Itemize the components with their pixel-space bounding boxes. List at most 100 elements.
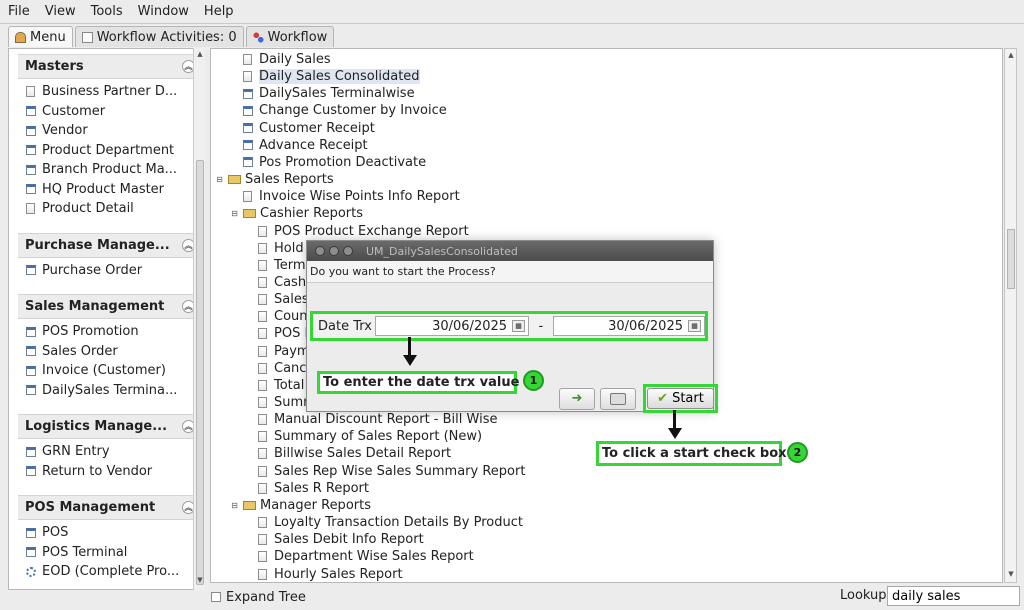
tree-item[interactable]: Advance Receipt — [230, 137, 368, 154]
tree-item-label: Department Wise Sales Report — [274, 549, 474, 565]
tree-item[interactable]: Manual Discount Report - Bill Wise — [245, 411, 497, 428]
menu-window[interactable]: Window — [138, 4, 189, 19]
tree-item-label: Summary of Sales Report (New) — [274, 429, 483, 445]
refresh-button[interactable]: ➜ — [559, 387, 595, 410]
window-icon — [26, 106, 36, 117]
sidebar-item-label: HQ Product Master — [42, 181, 165, 197]
sidebar-item-label: Return to Vendor — [42, 463, 153, 479]
tree-item[interactable]: Department Wise Sales Report — [245, 548, 474, 565]
sidebar-item[interactable]: POS — [26, 523, 197, 543]
sidebar-section: POS Management ︽ POS POS Terminal EOD (Compl… — [18, 495, 197, 586]
sidebar-scroll-thumb[interactable] — [196, 160, 204, 585]
tree-scroll-down-icon[interactable]: ▼ — [1006, 570, 1016, 580]
menu-tools[interactable]: Tools — [91, 4, 123, 19]
workflow-icon — [252, 31, 264, 43]
tree-item[interactable]: Daily Sales — [230, 51, 331, 68]
sidebar-item[interactable]: Return to Vendor — [26, 462, 197, 482]
collapse-node-icon[interactable]: ⊟ — [230, 209, 239, 218]
scroll-up-icon[interactable]: ▲ — [195, 50, 205, 60]
tab-workflow[interactable]: Workflow — [245, 26, 335, 47]
tree-item[interactable]: POS P — [245, 325, 312, 342]
sidebar-item-label: Business Partner D... — [42, 84, 178, 100]
sidebar-item[interactable]: Vendor — [26, 121, 197, 141]
tree-item[interactable]: Invoice Wise Points Info Report — [230, 188, 460, 205]
maximize-icon[interactable] — [343, 246, 353, 256]
menu-file[interactable]: File — [8, 4, 30, 19]
tree-scrollbar[interactable]: ▲ ▼ — [1004, 48, 1017, 583]
sidebar-item[interactable]: POS Promotion — [26, 322, 197, 342]
sidebar-section-header[interactable]: Masters ︽ — [18, 55, 197, 79]
minimize-icon[interactable] — [329, 246, 339, 256]
sidebar-item[interactable]: Branch Product Ma... — [26, 160, 197, 180]
sidebar-scrollbar[interactable]: ▲ ▼ — [193, 48, 205, 590]
sidebar-item[interactable]: HQ Product Master — [26, 180, 197, 200]
calendar-icon[interactable]: ▦ — [688, 320, 701, 332]
sidebar-item[interactable]: Product Detail — [26, 199, 197, 219]
window-icon — [243, 157, 253, 168]
close-icon[interactable] — [315, 246, 325, 256]
tree-item[interactable]: Hourly Sales Report — [245, 566, 403, 583]
tab-workflow-activities[interactable]: Workflow Activities: 0 — [74, 26, 244, 47]
sidebar-section: Sales Management ︽ POS Promotion Sales Orde… — [18, 294, 197, 404]
date-trx-label: Date Trx — [318, 318, 372, 334]
activity-icon — [81, 31, 93, 43]
tree-folder[interactable]: ⊟ Manager Reports — [230, 497, 371, 514]
tree-scroll-up-icon[interactable]: ▲ — [1006, 51, 1016, 61]
tree-item[interactable]: DailySales Terminalwise — [230, 85, 415, 102]
date-to-field[interactable]: 30/06/2025 ▦ — [552, 316, 705, 336]
expand-tree-checkbox[interactable] — [211, 592, 221, 602]
sidebar-section-header[interactable]: POS Management ︽ — [18, 496, 197, 520]
menu-view[interactable]: View — [45, 4, 76, 19]
collapse-node-icon[interactable]: ⊟ — [230, 501, 239, 510]
sidebar-item[interactable]: Invoice (Customer) — [26, 361, 197, 381]
sidebar-section-header[interactable]: Purchase Manage... ︽ — [18, 233, 197, 258]
tab-menu[interactable]: Menu — [8, 26, 73, 47]
calendar-icon[interactable]: ▦ — [512, 320, 526, 332]
sidebar-section-header[interactable]: Logistics Manage... ︽ — [18, 415, 197, 439]
tree-item[interactable]: Customer Receipt — [230, 120, 375, 137]
sidebar-item[interactable]: GRN Entry — [26, 442, 197, 462]
sidebar-section-body: GRN Entry Return to Vendor — [18, 439, 197, 485]
tree-item[interactable]: Loyalty Transaction Details By Product — [245, 514, 523, 531]
tree-item[interactable]: Cance — [245, 360, 314, 377]
sidebar-section-body: Business Partner D... Customer Vendor Produ… — [18, 79, 197, 223]
report-icon — [258, 431, 267, 443]
tree-item[interactable]: POS Product Exchange Report — [245, 223, 469, 240]
tree-scroll-thumb[interactable] — [1007, 229, 1015, 289]
tree-item-label: POS Product Exchange Report — [274, 223, 469, 239]
dialog-titlebar[interactable]: UM_DailySalesConsolidated — [307, 241, 713, 261]
collapse-node-icon[interactable]: ⊟ — [215, 175, 224, 184]
tree-item[interactable]: Sales Rep Wise Sales Summary Report — [245, 463, 525, 480]
scroll-down-icon[interactable]: ▼ — [195, 576, 205, 586]
sidebar-item[interactable]: DailySales Termina... — [26, 381, 197, 401]
menubar: File View Tools Window Help — [0, 0, 1024, 24]
report-icon — [243, 54, 252, 65]
sidebar-item[interactable]: POS Terminal — [26, 543, 197, 563]
tree-item[interactable]: Count — [245, 308, 313, 325]
tree-item[interactable]: Sales Debit Info Report — [245, 531, 424, 548]
tree-item[interactable]: Sales — [245, 291, 309, 308]
tree-item[interactable]: Summary of Sales Report (New) — [245, 428, 482, 445]
sidebar-item[interactable]: EOD (Complete Pro... — [26, 562, 197, 582]
tree-folder[interactable]: ⊟ Cashier Reports — [230, 205, 363, 222]
print-button[interactable] — [600, 387, 636, 410]
tree-folder[interactable]: ⊟ Sales Reports — [215, 171, 333, 188]
tree-item[interactable]: Sales R Report — [245, 480, 369, 497]
lookup-input[interactable] — [887, 586, 1020, 606]
sidebar-item[interactable]: Customer — [26, 102, 197, 122]
tree-item[interactable]: Pos Promotion Deactivate — [230, 154, 426, 171]
start-button[interactable]: ✔ Start — [647, 388, 714, 409]
sidebar-section-header[interactable]: Sales Management ︽ — [18, 295, 197, 319]
sidebar-item[interactable]: Sales Order — [26, 342, 197, 362]
tree-item[interactable]: Billwise Sales Detail Report — [245, 445, 451, 462]
date-from-field[interactable]: 30/06/2025 ▦ — [374, 316, 530, 336]
sidebar-item[interactable]: Purchase Order — [26, 261, 197, 281]
menu-help[interactable]: Help — [204, 4, 234, 19]
tree-item[interactable]: Change Customer by Invoice — [230, 102, 447, 119]
tree-item[interactable]: Daily Sales Consolidated — [230, 68, 420, 85]
tree-item[interactable]: Termi — [245, 257, 309, 274]
tree-item[interactable]: Cashi — [245, 274, 310, 291]
sidebar-item[interactable]: Product Department — [26, 141, 197, 161]
expand-tree-label: Expand Tree — [226, 589, 306, 605]
sidebar-item[interactable]: Business Partner D... — [26, 82, 197, 102]
